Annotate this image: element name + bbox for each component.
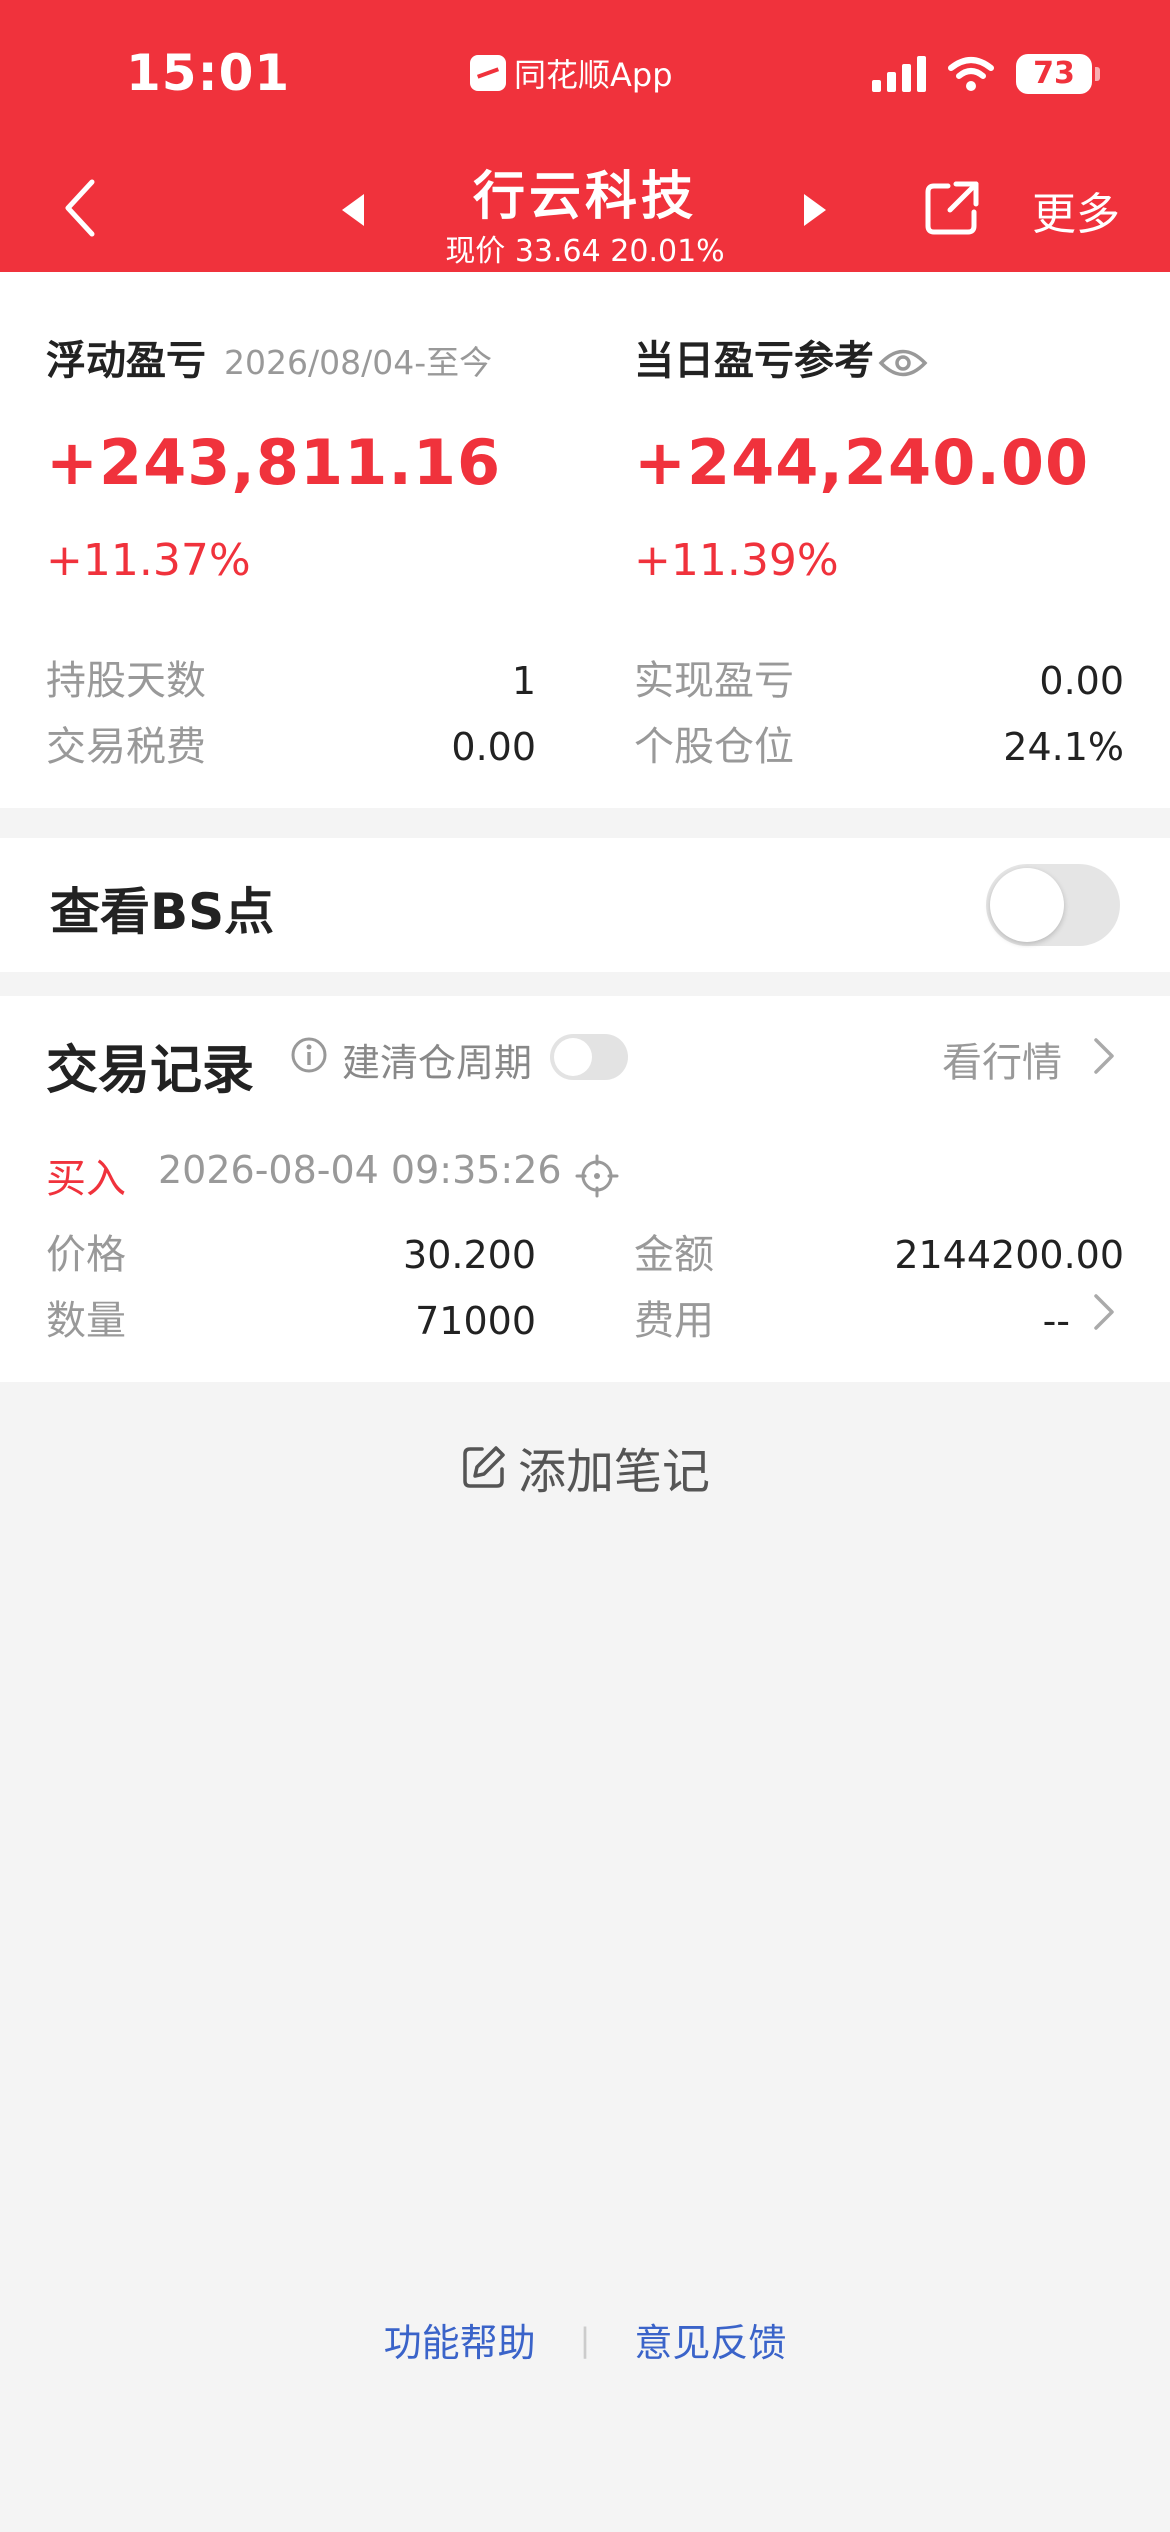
chevron-right-icon[interactable]	[1092, 1036, 1116, 1076]
floating-profit-section: 浮动盈亏 2026/08/04-至今 +243,811.16 +11.37%	[46, 328, 501, 586]
battery-icon: 73	[1016, 54, 1100, 94]
status-icons: 73	[872, 54, 1100, 94]
stat-label: 实现盈亏	[634, 658, 794, 704]
clear-cycle-label: 建清仓周期	[342, 1041, 533, 1085]
view-market-link[interactable]: 看行情	[942, 1030, 1062, 1088]
add-note-label: 添加笔记	[517, 1444, 710, 1500]
trade-records-card: 交易记录 建清仓周期 看行情 买入 2026-08-04 09:35:26 价格…	[0, 996, 1170, 1382]
stock-name: 行云科技	[472, 167, 697, 227]
floating-profit-title: 浮动盈亏	[46, 338, 206, 384]
add-note-button[interactable]: 添加笔记	[0, 1432, 1170, 1502]
chevron-right-icon[interactable]	[1092, 1292, 1116, 1332]
stat-label: 个股仓位	[634, 724, 794, 770]
status-app-indicator[interactable]: 同花顺App	[470, 50, 673, 96]
daily-profit-title: 当日盈亏参考	[634, 338, 874, 384]
daily-profit-amount: +244,240.00	[634, 426, 1090, 499]
help-link[interactable]: 功能帮助	[384, 2312, 536, 2367]
daily-profit-section: 当日盈亏参考 +244,240.00 +11.39%	[634, 328, 1089, 586]
info-icon[interactable]	[290, 1036, 328, 1074]
field-value: 2144200.00	[894, 1233, 1124, 1277]
stat-position-ratio: 个股仓位 24.1%	[634, 714, 1124, 772]
next-stock-icon[interactable]	[800, 190, 830, 230]
field-label: 数量	[46, 1298, 126, 1344]
trade-type: 买入	[46, 1156, 126, 1202]
bs-points-label: 查看BS点	[50, 883, 275, 941]
floating-profit-percent: +11.37%	[46, 535, 251, 586]
toggle-knob	[554, 1038, 592, 1076]
profit-summary-card: 浮动盈亏 2026/08/04-至今 +243,811.16 +11.37% 当…	[0, 272, 1170, 808]
field-value: --	[1042, 1299, 1070, 1343]
field-label: 价格	[46, 1232, 126, 1278]
stat-realized-profit: 实现盈亏 0.00	[634, 648, 1124, 706]
trade-time: 2026-08-04 09:35:26	[158, 1148, 562, 1192]
bs-points-toggle[interactable]	[986, 864, 1120, 946]
share-icon[interactable]	[922, 178, 982, 238]
app-logo-icon	[470, 55, 506, 91]
edit-note-icon	[463, 1446, 505, 1488]
locate-target-icon[interactable]	[575, 1154, 619, 1198]
status-app-name: 同花顺App	[514, 56, 673, 94]
floating-profit-date-range: 2026/08/04-至今	[224, 343, 493, 382]
bs-points-row: 查看BS点	[0, 838, 1170, 972]
stat-value: 24.1%	[1003, 725, 1124, 769]
stock-price: 现价 33.64 20.01%	[445, 234, 725, 269]
cellular-signal-icon	[872, 56, 926, 92]
footer-divider: |	[579, 2320, 591, 2359]
clear-cycle-toggle[interactable]	[550, 1034, 628, 1080]
stat-value: 0.00	[1039, 659, 1124, 703]
stat-value: 1	[511, 659, 536, 703]
more-button[interactable]: 更多	[1032, 178, 1120, 242]
stat-holding-days: 持股天数 1	[46, 648, 536, 706]
app-header: 15:01 同花顺App 73 行云科技 现价 33.64 20.01% 更多	[0, 0, 1170, 272]
trade-records-title: 交易记录	[46, 1041, 255, 1101]
trade-field-quantity: 数量 71000	[46, 1288, 536, 1346]
feedback-link[interactable]: 意见反馈	[634, 2312, 786, 2367]
trade-field-amount: 金额 2144200.00	[634, 1222, 1124, 1280]
field-label: 金额	[634, 1232, 714, 1278]
floating-profit-amount: +243,811.16	[46, 426, 502, 499]
trade-field-price: 价格 30.200	[46, 1222, 536, 1280]
daily-profit-percent: +11.39%	[634, 535, 839, 586]
stat-value: 0.00	[451, 725, 536, 769]
stat-label: 交易税费	[46, 724, 206, 770]
field-value: 71000	[415, 1299, 536, 1343]
footer-links: 功能帮助 | 意见反馈	[0, 2312, 1170, 2367]
wifi-icon	[948, 57, 994, 91]
toggle-knob	[990, 868, 1064, 942]
trade-field-fee[interactable]: 费用 --	[634, 1288, 1070, 1346]
stat-label: 持股天数	[46, 658, 206, 704]
eye-icon[interactable]	[878, 346, 928, 380]
status-time: 15:01	[126, 44, 291, 102]
field-value: 30.200	[403, 1233, 536, 1277]
field-label: 费用	[634, 1298, 714, 1344]
stat-trading-fees: 交易税费 0.00	[46, 714, 536, 772]
